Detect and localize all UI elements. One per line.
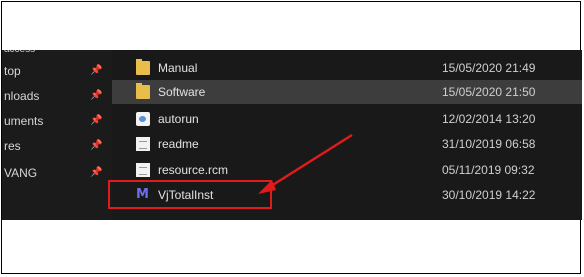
annotation-arrow bbox=[258, 133, 353, 194]
